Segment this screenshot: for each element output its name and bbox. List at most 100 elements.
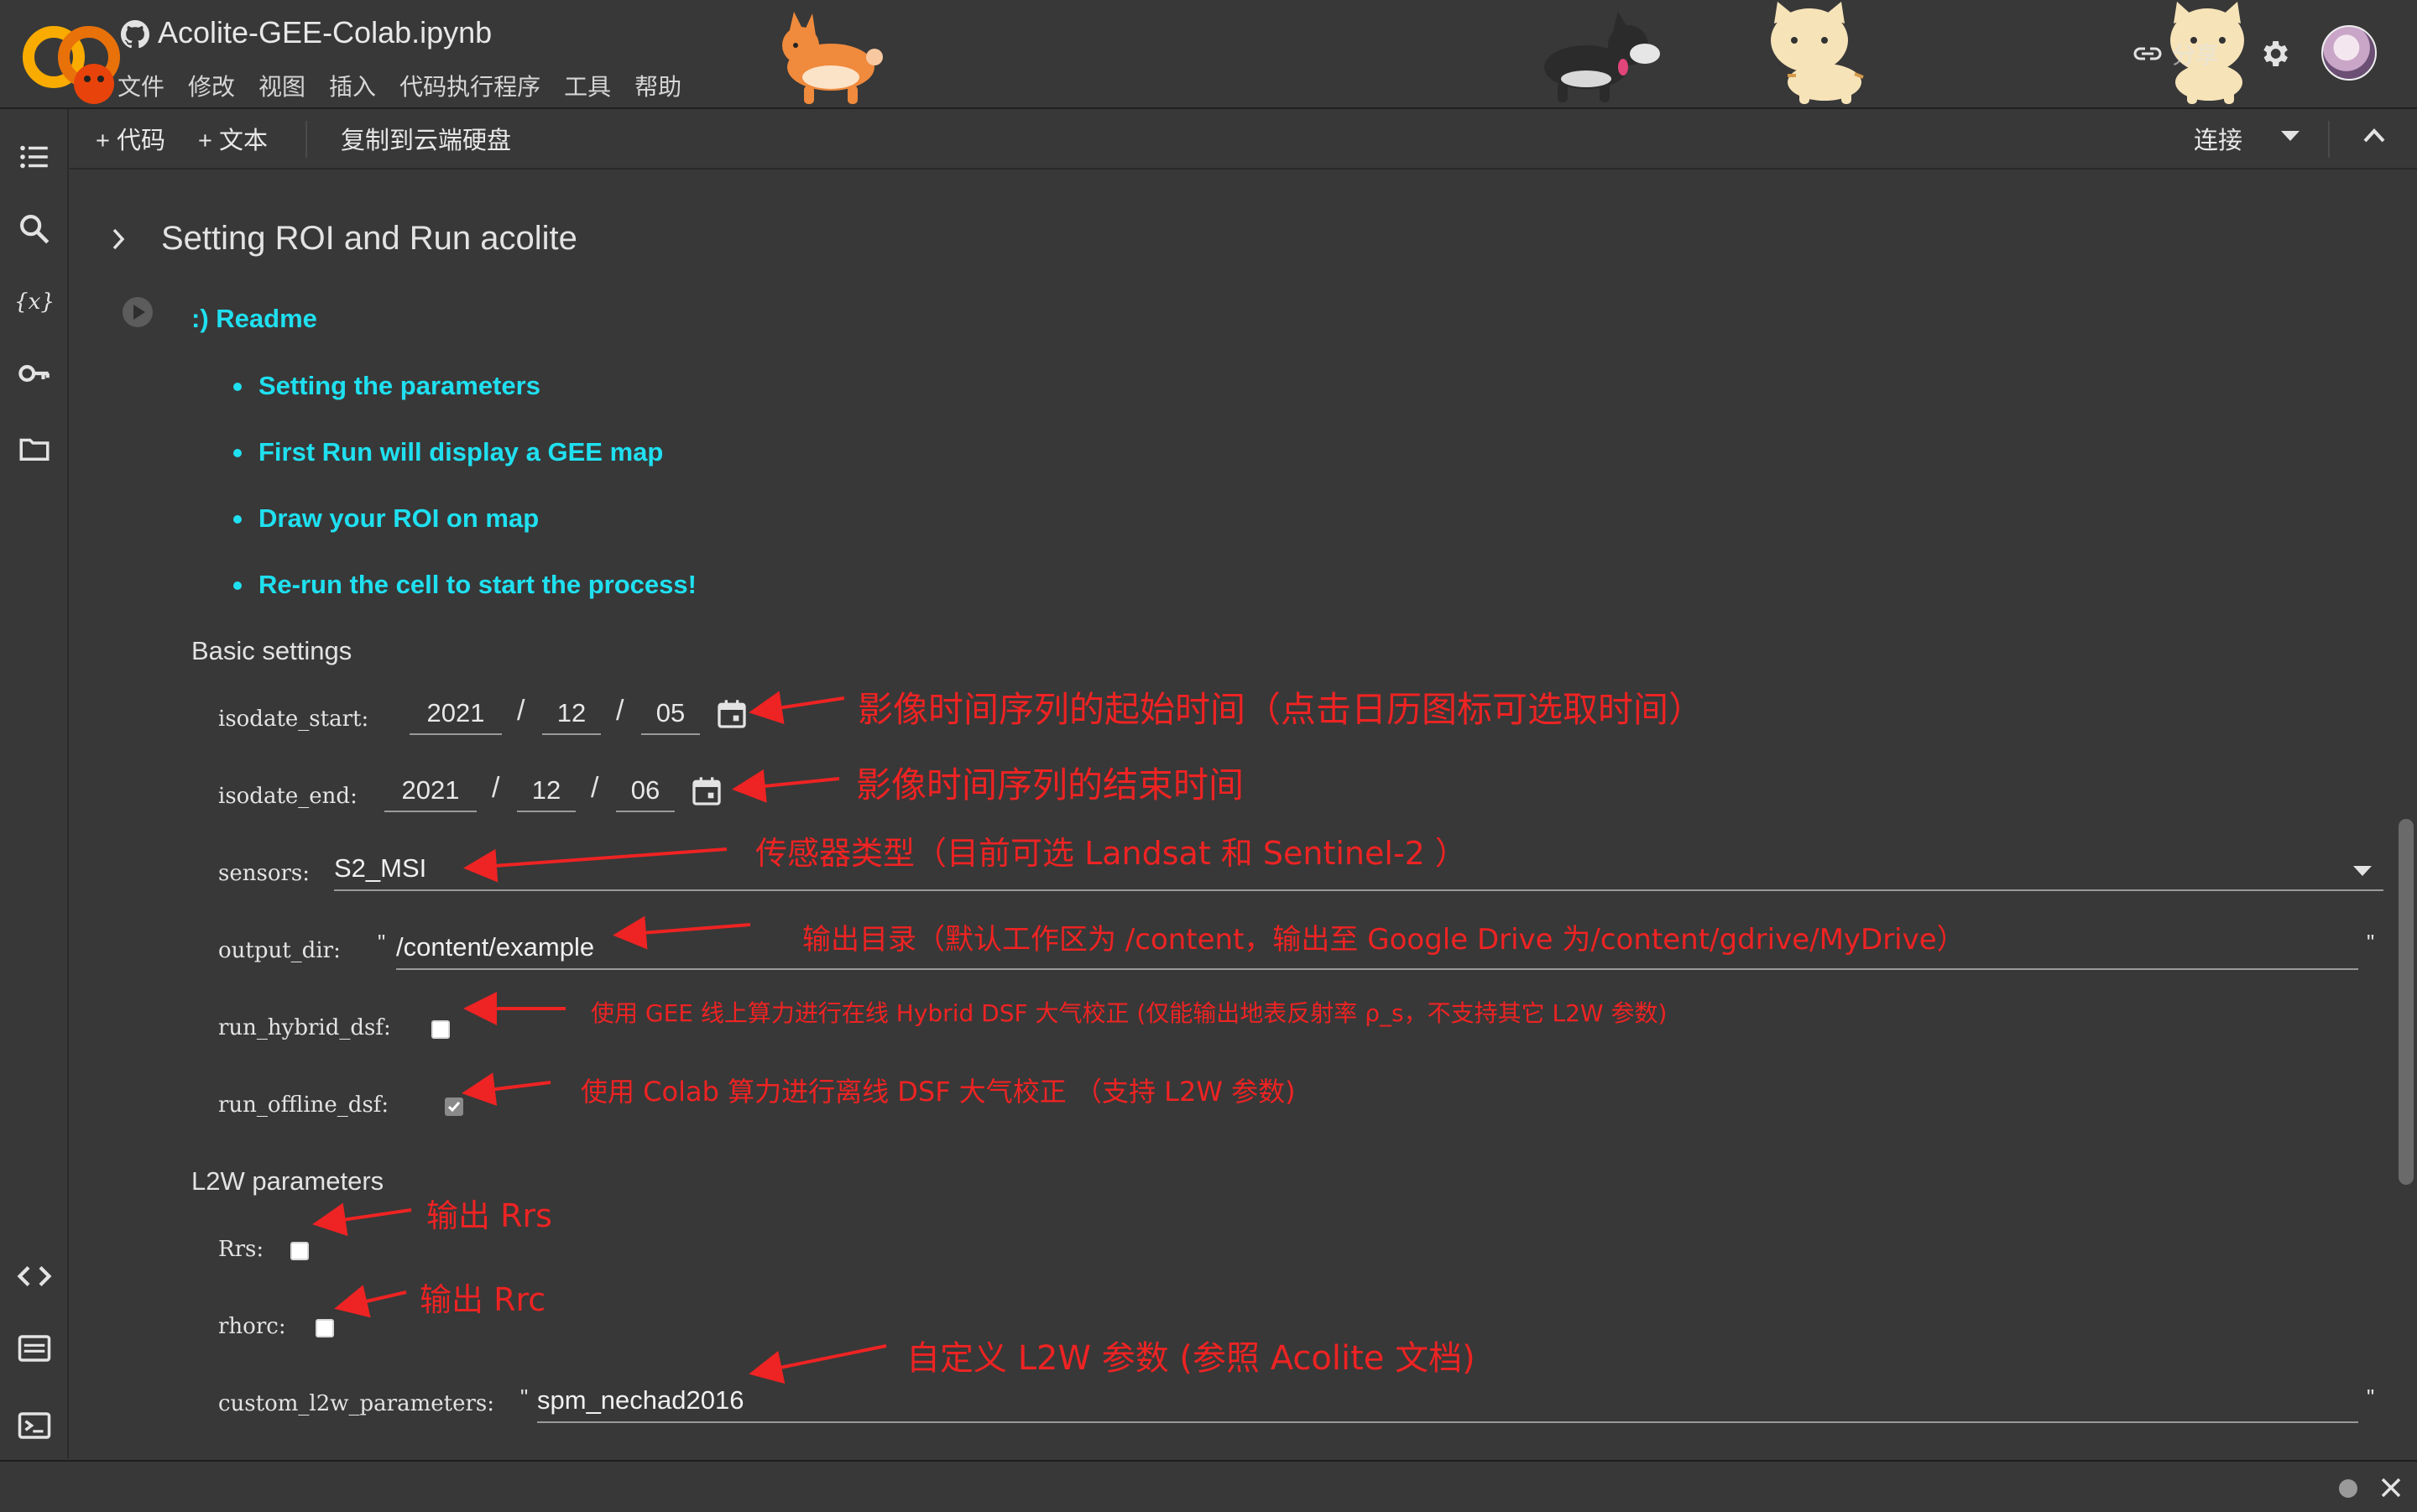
arrow-start [749, 691, 845, 724]
calendar-icon[interactable] [715, 696, 749, 732]
quote-mark: " [2367, 1384, 2375, 1410]
l2w-heading: L2W parameters [191, 1166, 384, 1196]
key-icon[interactable] [17, 356, 52, 391]
chevron-down-icon[interactable] [2281, 131, 2300, 143]
add-text-button[interactable]: + 文本 [198, 121, 268, 156]
isodate-start-month[interactable]: 12 [542, 696, 601, 735]
calendar-icon[interactable] [690, 774, 723, 809]
dropdown-arrow-icon[interactable] [2353, 866, 2372, 878]
date-separator: / [517, 695, 525, 727]
run-hybrid-dsf-checkbox[interactable] [431, 1020, 450, 1039]
notebook-title[interactable]: Acolite-GEE-Colab.ipynb [158, 15, 492, 50]
menu-runtime[interactable]: 代码执行程序 [399, 69, 540, 102]
run-cell-button[interactable] [121, 295, 154, 329]
bullet [233, 515, 242, 524]
search-icon[interactable] [17, 211, 52, 247]
variables-icon[interactable]: {x} [17, 284, 52, 319]
menu-edit[interactable]: 修改 [188, 69, 235, 102]
isodate-end-label: isodate_end: [218, 784, 358, 809]
isodate-end-month[interactable]: 12 [517, 774, 576, 812]
section-title: Setting ROI and Run acolite [161, 220, 577, 257]
corgi-pet-icon [782, 12, 883, 104]
readme-item: First Run will display a GEE map [258, 437, 664, 467]
bullet [233, 449, 242, 457]
annotation-hybrid: 使用 GEE 线上算力进行在线 Hybrid DSF 大气校正 (仅能输出地表反… [591, 999, 1668, 1027]
arrow-end [732, 769, 840, 803]
isodate-start-year[interactable]: 2021 [410, 696, 502, 735]
rrs-label: Rrs: [218, 1237, 264, 1262]
arrow-rrc [334, 1285, 407, 1318]
chevron-right-icon[interactable] [109, 227, 129, 252]
isodate-end-year[interactable]: 2021 [384, 774, 477, 812]
chevron-up-icon[interactable] [2363, 128, 2385, 143]
quote-mark: " [378, 930, 386, 955]
quote-mark: " [2367, 930, 2375, 955]
table-of-contents-icon[interactable] [17, 139, 52, 175]
run-offline-dsf-checkbox[interactable] [445, 1098, 463, 1116]
menu-tools[interactable]: 工具 [564, 69, 611, 102]
menu-bar: 文件 修改 视图 插入 代码执行程序 工具 帮助 [117, 69, 705, 102]
arrow-custom [749, 1344, 887, 1384]
menu-insert[interactable]: 插入 [329, 69, 376, 102]
toolbar: + 代码 + 文本 复制到云端硬盘 连接 [69, 109, 2417, 169]
toolbar-divider [305, 121, 307, 158]
annotation-offline: 使用 Colab 算力进行离线 DSF 大气校正 （支持 L2W 参数) [581, 1076, 1296, 1108]
code-snippets-icon[interactable] [17, 1259, 52, 1294]
app-header: Acolite-GEE-Colab.ipynb 文件 修改 视图 插入 代码执行… [0, 0, 2417, 109]
menu-help[interactable]: 帮助 [634, 69, 681, 102]
svg-text:{x}: {x} [17, 289, 52, 315]
annotation-custom: 自定义 L2W 参数 (参照 Acolite 文档) [906, 1339, 1475, 1378]
avatar[interactable] [2321, 25, 2377, 81]
isodate-end-day[interactable]: 06 [616, 774, 675, 812]
command-palette-icon[interactable] [17, 1331, 52, 1366]
readme-item: Draw your ROI on map [258, 503, 540, 533]
annotation-start: 影像时间序列的起始时间（点击日历图标可选取时间） [858, 689, 1704, 730]
bullet [233, 581, 242, 590]
status-dot-icon [2339, 1479, 2357, 1498]
close-icon[interactable] [2380, 1477, 2402, 1499]
basic-settings-heading: Basic settings [191, 636, 352, 665]
rhorc-label: rhorc: [218, 1314, 286, 1339]
run-hybrid-dsf-label: run_hybrid_dsf: [218, 1015, 391, 1040]
date-separator: / [591, 772, 599, 804]
arrow-offline [462, 1072, 551, 1106]
menu-view[interactable]: 视图 [258, 69, 305, 102]
status-bar [0, 1460, 2417, 1512]
terminal-icon[interactable] [17, 1408, 52, 1443]
date-separator: / [492, 772, 500, 804]
left-rail: {x} [0, 109, 69, 1458]
add-code-button[interactable]: + 代码 [96, 121, 165, 156]
annotation-rrc: 输出 Rrc [420, 1281, 546, 1318]
cat-pet-icon [1771, 2, 1864, 104]
readme-item: Setting the parameters [258, 371, 540, 400]
date-separator: / [616, 695, 624, 727]
annotation-sensors: 传感器类型（目前可选 Landsat 和 Sentinel-2 ） [755, 835, 1467, 872]
rrs-checkbox[interactable] [290, 1242, 309, 1260]
github-icon [121, 20, 149, 49]
sensors-label: sensors: [218, 861, 311, 886]
folder-icon[interactable] [17, 431, 52, 467]
share-button[interactable]: 分享 [2132, 37, 2219, 70]
readme-title: :) Readme [191, 304, 317, 333]
black-dog-pet-icon [1544, 12, 1660, 102]
colab-logo[interactable] [22, 22, 123, 106]
annotation-output-dir: 输出目录（默认工作区为 /content，输出至 Google Drive 为/… [802, 923, 1965, 957]
link-icon [2133, 47, 2162, 60]
scrollbar[interactable] [2399, 819, 2414, 1185]
run-offline-dsf-label: run_offline_dsf: [218, 1092, 389, 1118]
rhorc-checkbox[interactable] [316, 1319, 334, 1337]
connect-button[interactable]: 连接 [2194, 121, 2242, 156]
annotation-end: 影像时间序列的结束时间 [856, 764, 1245, 806]
custom-l2w-label: custom_l2w_parameters: [218, 1391, 494, 1416]
custom-l2w-input[interactable]: spm_nechad2016 [537, 1383, 2358, 1423]
annotation-rrs: 输出 Rrs [426, 1197, 552, 1234]
menu-file[interactable]: 文件 [117, 69, 164, 102]
copy-to-drive-button[interactable]: 复制到云端硬盘 [341, 121, 511, 156]
readme-item: Re-run the cell to start the process! [258, 570, 697, 599]
bullet [233, 383, 242, 391]
output-dir-label: output_dir: [218, 938, 341, 963]
gear-icon[interactable] [2258, 37, 2291, 70]
arrow-rrs [312, 1202, 412, 1237]
isodate-start-day[interactable]: 05 [641, 696, 700, 735]
checkmark-icon [447, 1102, 461, 1113]
